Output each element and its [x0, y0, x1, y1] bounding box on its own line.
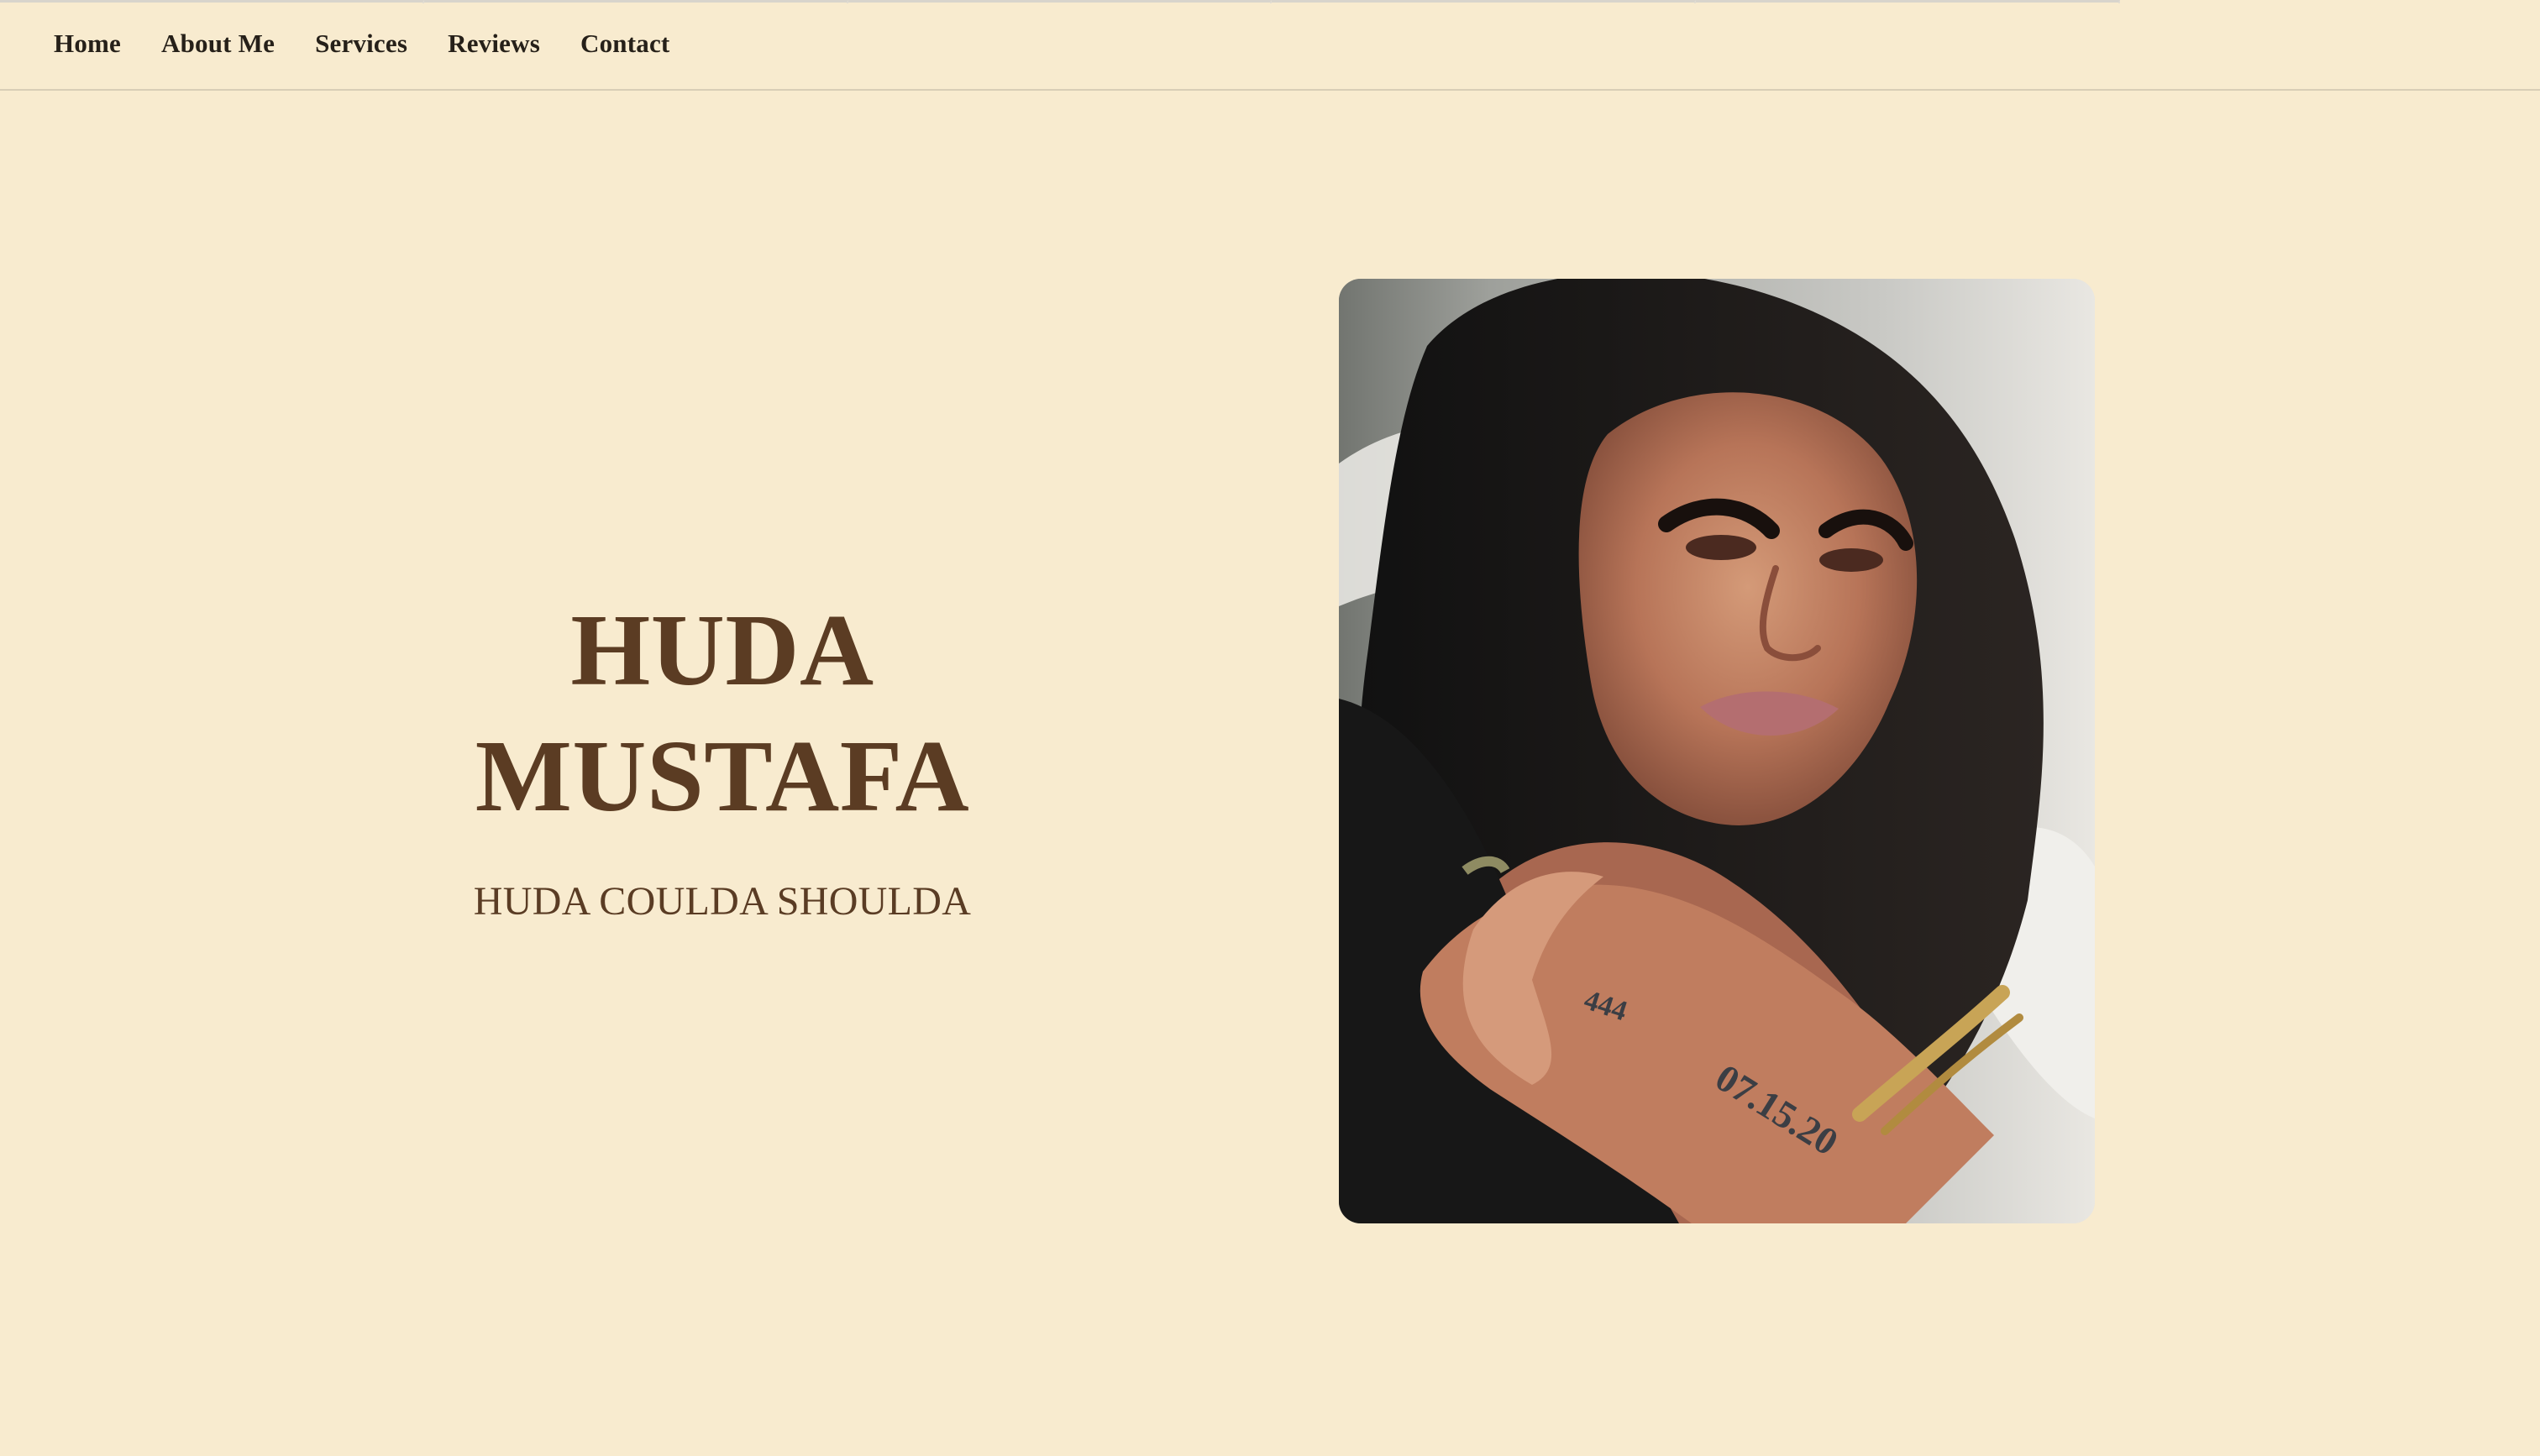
eye-left [1686, 535, 1756, 560]
hero-name: HUDA MUSTAFA [454, 588, 991, 840]
nav-services-link[interactable]: Services [315, 29, 407, 59]
nav-contact-link[interactable]: Contact [580, 29, 669, 59]
hero-name-first: HUDA [570, 594, 874, 707]
portfolio-page: Home About Me Services Reviews Contact H… [0, 0, 2540, 1456]
hero-name-last: MUSTAFA [475, 720, 970, 834]
hero-subtitle: HUDA COULDA SHOULDA [473, 879, 972, 924]
eye-right [1819, 548, 1883, 572]
top-navigation: Home About Me Services Reviews Contact [0, 3, 2540, 91]
nav-reviews-link[interactable]: Reviews [448, 29, 540, 59]
hero-text-section: HUDA MUSTAFA HUDA COULDA SHOULDA [454, 588, 991, 924]
nav-about-me-link[interactable]: About Me [161, 29, 275, 59]
portrait-illustration: 07.15.20 444 [1339, 279, 2095, 1223]
nav-home-link[interactable]: Home [54, 29, 121, 59]
profile-portrait: 07.15.20 444 [1339, 279, 2095, 1223]
main-nav: Home About Me Services Reviews Contact [54, 29, 669, 59]
